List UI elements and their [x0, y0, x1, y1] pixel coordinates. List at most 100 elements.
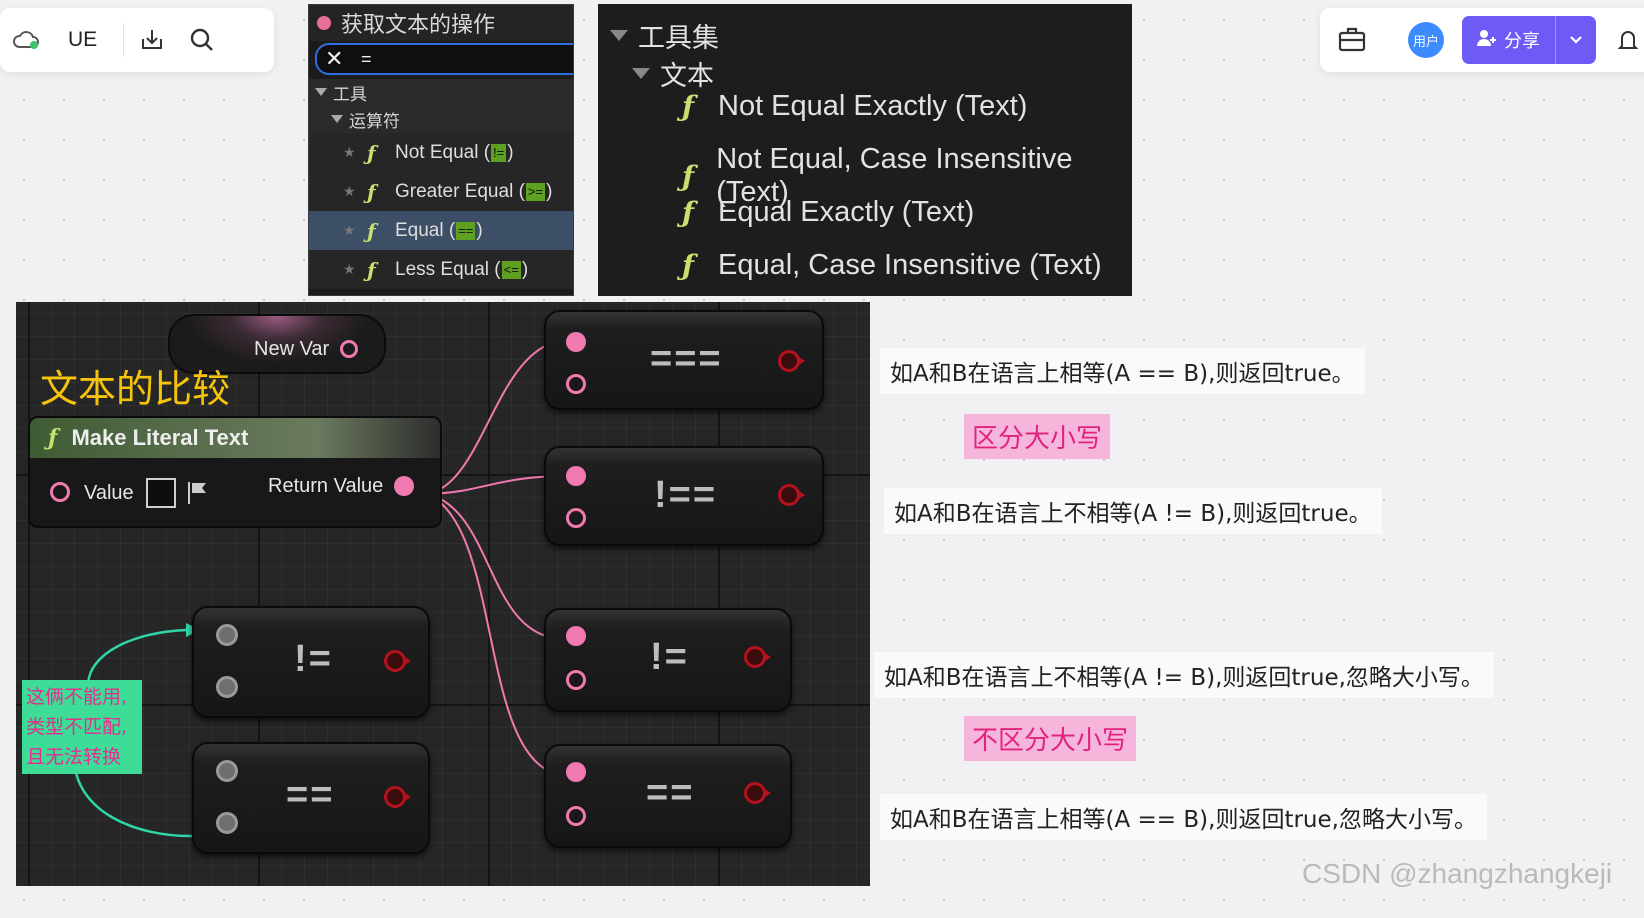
left-toolbar: UE — [0, 8, 274, 72]
tree-category-tools[interactable]: 工具 — [309, 79, 573, 105]
function-icon: ƒ — [367, 179, 376, 204]
value-pin-label: Value — [84, 482, 134, 504]
annotation-equal-exactly: 如A和B在语言上相等(A == B),则返回true。 — [880, 348, 1365, 394]
not-equal-exactly-node[interactable]: !== — [544, 446, 824, 546]
input-pin-b-icon[interactable] — [216, 812, 238, 834]
value-text-field[interactable] — [146, 478, 176, 508]
input-pin-a-icon[interactable] — [566, 762, 586, 782]
expand-arrow-icon[interactable] — [315, 88, 327, 96]
function-icon: ƒ — [367, 257, 376, 282]
search-icon[interactable] — [182, 20, 222, 60]
function-icon: ƒ — [682, 90, 695, 123]
bell-icon[interactable] — [1617, 28, 1639, 56]
menu-item-suffix: ) — [546, 180, 553, 202]
output-pin-icon[interactable] — [744, 782, 771, 804]
star-icon[interactable]: ★ — [343, 261, 367, 278]
toolset-category-label: 工具集 — [638, 23, 719, 53]
toolset-item-not-equal-exactly[interactable]: ƒ Not Equal Exactly (Text) — [682, 90, 1027, 123]
toolbar-divider — [123, 23, 125, 57]
tree-category-operators[interactable]: 运算符 — [309, 105, 573, 133]
function-icon: ƒ — [682, 159, 695, 193]
star-icon[interactable]: ★ — [343, 144, 367, 161]
output-pin-icon[interactable] — [384, 786, 411, 808]
output-pin-icon[interactable] — [384, 650, 411, 672]
toolset-subcategory[interactable]: 文本 — [632, 54, 714, 93]
star-icon[interactable]: ★ — [343, 183, 367, 200]
share-button[interactable]: 分享 — [1462, 16, 1596, 64]
expand-arrow-icon[interactable] — [632, 68, 650, 79]
menu-item-label: Equal ( — [395, 219, 456, 241]
annotation-equal-ci: 如A和B在语言上相等(A == B),则返回true,忽略大小写。 — [880, 794, 1487, 840]
equal-ci-node[interactable]: == — [544, 744, 792, 848]
toolset-item-label: Not Equal Exactly (Text) — [718, 90, 1028, 122]
input-pin-b-icon[interactable] — [566, 374, 586, 394]
graph-title: 文本的比较 — [40, 367, 231, 411]
make-literal-text-node[interactable]: ƒ Make Literal Text Value Return Value — [28, 416, 442, 528]
star-icon[interactable]: ★ — [343, 222, 367, 239]
output-pin-icon[interactable] — [744, 646, 771, 668]
input-pin-b-icon[interactable] — [566, 806, 586, 826]
action-menu-title: 获取文本的操作 — [309, 5, 573, 41]
arrow-to-not-equal — [86, 628, 187, 687]
function-icon: ƒ — [367, 140, 376, 165]
operator-badge: <= — [501, 260, 521, 279]
right-toolbar: 用户 分享 — [1320, 8, 1644, 72]
input-pin-b-icon[interactable] — [566, 508, 586, 528]
annotation-not-equal-exactly: 如A和B在语言上不相等(A != B),则返回true。 — [884, 488, 1382, 534]
bad-not-equal-node[interactable]: != — [192, 606, 430, 718]
operator-symbol: != — [294, 638, 333, 680]
note-line: 类型不匹配, — [26, 716, 128, 738]
close-icon[interactable]: ✕ — [325, 46, 351, 72]
operator-symbol: == — [646, 772, 695, 814]
input-pin-a-icon[interactable] — [566, 332, 586, 352]
menu-item-greater-equal[interactable]: ★ ƒ Greater Equal ( >= ) — [309, 172, 573, 211]
toolset-item-equal-exactly[interactable]: ƒ Equal Exactly (Text) — [682, 196, 974, 229]
action-menu: 获取文本的操作 ✕ = 工具 运算符 ★ ƒ Not Equal ( != ) … — [308, 4, 574, 296]
blueprint-graph[interactable]: New Var 文本的比较 ƒ Make Literal Text Value … — [16, 302, 870, 886]
output-pin-icon[interactable] — [778, 350, 805, 372]
expand-arrow-icon[interactable] — [610, 30, 628, 41]
toolset-item-equal-ci[interactable]: ƒ Equal, Case Insensitive (Text) — [682, 249, 1102, 282]
menu-item-equal[interactable]: ★ ƒ Equal ( == ) — [309, 211, 573, 250]
avatar[interactable]: 用户 — [1408, 22, 1444, 58]
document-title[interactable]: UE — [68, 28, 97, 52]
value-input-pin-icon[interactable] — [50, 482, 70, 502]
tag-case-sensitive: 区分大小写 — [964, 414, 1111, 459]
expand-arrow-icon[interactable] — [331, 115, 343, 123]
function-icon: ƒ — [48, 425, 58, 451]
function-icon: ƒ — [682, 196, 695, 229]
return-value-pin-icon[interactable] — [394, 476, 414, 496]
menu-item-label: Less Equal ( — [395, 258, 501, 280]
cloud-sync-icon[interactable] — [6, 20, 46, 60]
output-pin-icon[interactable] — [340, 340, 358, 358]
input-pin-b-icon[interactable] — [216, 676, 238, 698]
share-label: 分享 — [1504, 31, 1540, 52]
node-title: Make Literal Text — [71, 425, 249, 450]
menu-item-less-equal[interactable]: ★ ƒ Less Equal ( <= ) — [309, 250, 573, 289]
menu-item-suffix: ) — [507, 141, 514, 163]
toolset-category[interactable]: 工具集 — [610, 16, 719, 55]
chevron-down-icon[interactable] — [1556, 35, 1596, 45]
input-pin-b-icon[interactable] — [566, 670, 586, 690]
bad-equal-node[interactable]: == — [192, 742, 430, 854]
flag-icon[interactable] — [186, 480, 210, 511]
not-equal-ci-node[interactable]: != — [544, 608, 792, 712]
equal-exactly-node[interactable]: === — [544, 310, 824, 410]
action-search-input[interactable]: ✕ = — [315, 43, 573, 75]
briefcase-icon[interactable] — [1338, 26, 1366, 56]
menu-item-not-equal[interactable]: ★ ƒ Not Equal ( != ) — [309, 133, 573, 172]
input-pin-a-icon[interactable] — [216, 760, 238, 782]
operator-symbol: !== — [654, 474, 718, 516]
input-pin-a-icon[interactable] — [216, 624, 238, 646]
output-pin-icon[interactable] — [778, 484, 805, 506]
action-menu-title-text: 获取文本的操作 — [341, 12, 496, 37]
operator-symbol: != — [650, 636, 689, 678]
search-value[interactable]: = — [361, 49, 372, 70]
return-value-label: Return Value — [268, 475, 384, 497]
toolset-panel: 工具集 文本 ƒ Not Equal Exactly (Text) ƒ Not … — [598, 4, 1132, 296]
operator-symbol: === — [650, 338, 723, 380]
input-pin-a-icon[interactable] — [566, 466, 586, 486]
add-user-icon — [1476, 28, 1498, 53]
input-pin-a-icon[interactable] — [566, 626, 586, 646]
download-icon[interactable] — [132, 20, 172, 60]
